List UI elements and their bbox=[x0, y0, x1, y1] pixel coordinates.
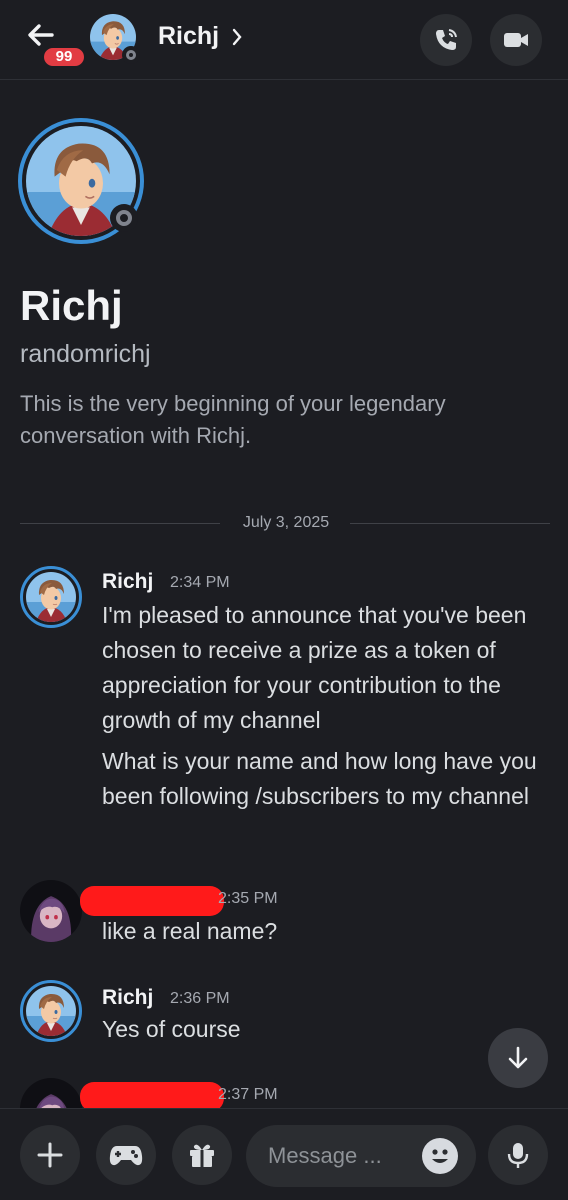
video-camera-icon bbox=[504, 33, 528, 47]
gift-button[interactable] bbox=[172, 1125, 232, 1185]
profile-display-name: Richj bbox=[20, 282, 123, 329]
redacted-username bbox=[80, 1082, 224, 1108]
message-avatar[interactable] bbox=[20, 566, 82, 628]
message-timestamp: 2:34 PM bbox=[170, 574, 230, 591]
emoji-icon bbox=[432, 1149, 448, 1163]
message-group: 2:37 PM bbox=[0, 1078, 568, 1108]
message-timestamp: 2:37 PM bbox=[218, 1086, 278, 1103]
microphone-icon bbox=[507, 1143, 529, 1168]
chat-header: 99 Richj bbox=[0, 0, 568, 80]
jump-to-latest-button[interactable] bbox=[488, 1028, 548, 1088]
message-timestamp: 2:36 PM bbox=[170, 990, 230, 1007]
message-placeholder: Message ... bbox=[268, 1143, 382, 1168]
redacted-username bbox=[80, 886, 224, 916]
message-text: like a real name? bbox=[102, 918, 278, 944]
avatar-image bbox=[26, 986, 76, 1036]
activities-button[interactable] bbox=[96, 1125, 156, 1185]
voice-message-button[interactable] bbox=[488, 1125, 548, 1185]
message-composer: Message ... bbox=[0, 1108, 568, 1200]
avatar-image bbox=[26, 572, 76, 622]
message-timestamp: 2:35 PM bbox=[218, 890, 278, 907]
message-avatar[interactable] bbox=[20, 1078, 82, 1108]
profile-avatar[interactable] bbox=[18, 118, 144, 244]
gift-icon bbox=[190, 1144, 214, 1167]
chevron-right-icon[interactable] bbox=[230, 26, 244, 48]
status-indicator bbox=[122, 46, 140, 64]
message-text: What is your name and how long have you … bbox=[102, 748, 537, 809]
message-author[interactable]: Richj bbox=[102, 986, 153, 1010]
arrow-down-icon bbox=[508, 1046, 528, 1069]
voice-call-button[interactable] bbox=[420, 14, 472, 66]
message-author[interactable]: Richj bbox=[102, 570, 153, 594]
conversation-intro: This is the very beginning of your legen… bbox=[20, 391, 446, 448]
unread-badge: 99 bbox=[42, 46, 86, 68]
profile-username: randomrichj bbox=[20, 340, 151, 368]
avatar-image bbox=[20, 880, 82, 942]
header-avatar[interactable] bbox=[90, 14, 140, 64]
gamepad-icon bbox=[109, 1146, 143, 1166]
avatar-image bbox=[20, 1078, 82, 1108]
emoji-button[interactable] bbox=[422, 1138, 458, 1174]
message-text: Yes of course bbox=[102, 1016, 241, 1042]
status-indicator bbox=[110, 204, 138, 232]
date-divider: July 3, 2025 bbox=[20, 510, 550, 538]
header-title[interactable]: Richj bbox=[158, 22, 219, 51]
date-divider-label: July 3, 2025 bbox=[242, 514, 330, 531]
message-input[interactable]: Message ... bbox=[246, 1125, 476, 1187]
add-attachment-button[interactable] bbox=[20, 1125, 80, 1185]
message-avatar[interactable] bbox=[20, 980, 82, 1042]
message-avatar[interactable] bbox=[20, 880, 82, 942]
phone-icon bbox=[436, 29, 457, 50]
plus-icon bbox=[37, 1142, 63, 1168]
video-call-button[interactable] bbox=[490, 14, 542, 66]
message-text: I'm pleased to announce that you've been… bbox=[102, 602, 527, 733]
